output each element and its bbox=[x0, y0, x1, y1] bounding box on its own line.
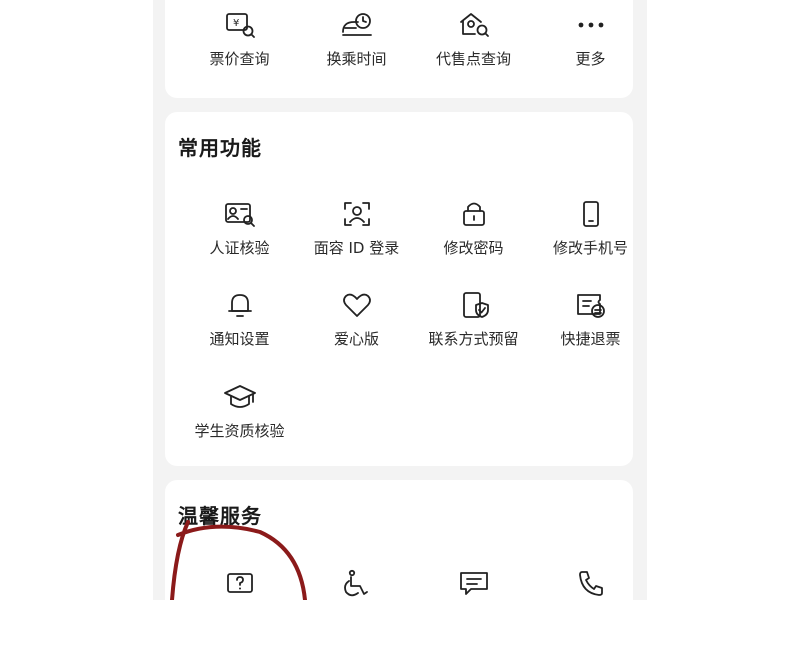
face-id-label: 面容 ID 登录 bbox=[313, 239, 400, 257]
bell-icon bbox=[227, 294, 252, 317]
contact-shield-icon bbox=[462, 292, 489, 318]
message-icon bbox=[459, 572, 488, 595]
contact-reserve-label: 联系方式预留 bbox=[428, 330, 519, 348]
student-verify-item[interactable]: 学生资质核验 bbox=[181, 382, 298, 462]
change-password-label: 修改密码 bbox=[443, 239, 504, 257]
phone-screen: ¥ 票价查询 换乘时间 代售点查询 更多 常用功能 人证核验 面容 ID 登录 … bbox=[153, 0, 647, 630]
fare-search-item[interactable]: ¥ 票价查询 bbox=[181, 10, 298, 90]
phone-call-icon bbox=[578, 571, 603, 596]
notification-settings-label: 通知设置 bbox=[209, 330, 270, 348]
transfer-time-icon bbox=[341, 13, 372, 36]
agency-search-label: 代售点查询 bbox=[435, 50, 511, 68]
accessibility-item[interactable] bbox=[298, 568, 415, 648]
transfer-time-label: 换乘时间 bbox=[326, 50, 387, 68]
wheelchair-icon bbox=[343, 569, 368, 597]
love-edition-item[interactable]: 爱心版 bbox=[298, 290, 415, 370]
more-label: 更多 bbox=[575, 50, 606, 68]
ticket-refund-icon bbox=[576, 294, 605, 318]
graduation-cap-icon bbox=[223, 385, 256, 408]
student-verify-label: 学生资质核验 bbox=[194, 422, 285, 440]
notification-settings-item[interactable]: 通知设置 bbox=[181, 290, 298, 370]
love-edition-label: 爱心版 bbox=[333, 330, 379, 348]
fare-search-icon: ¥ bbox=[225, 13, 255, 38]
fare-search-label: 票价查询 bbox=[209, 50, 270, 68]
face-id-item[interactable]: 面容 ID 登录 bbox=[298, 199, 415, 279]
id-verify-icon bbox=[224, 203, 255, 227]
change-phone-item[interactable]: 修改手机号 bbox=[532, 199, 649, 279]
phone-icon bbox=[582, 201, 599, 227]
change-phone-label: 修改手机号 bbox=[552, 239, 628, 257]
lock-icon bbox=[462, 202, 485, 226]
help-item[interactable] bbox=[181, 568, 298, 648]
warm-services-title: 温馨服务 bbox=[178, 504, 262, 528]
contact-reserve-item[interactable]: 联系方式预留 bbox=[415, 290, 532, 370]
top-services-card: ¥ 票价查询 换乘时间 代售点查询 更多 bbox=[165, 0, 633, 98]
transfer-time-item[interactable]: 换乘时间 bbox=[298, 10, 415, 90]
more-item[interactable]: 更多 bbox=[532, 10, 649, 90]
heart-icon bbox=[342, 293, 371, 317]
svg-text:¥: ¥ bbox=[233, 18, 239, 29]
agency-search-icon bbox=[459, 13, 489, 37]
quick-refund-label: 快捷退票 bbox=[560, 330, 621, 348]
id-verify-label: 人证核验 bbox=[209, 239, 270, 257]
change-password-item[interactable]: 修改密码 bbox=[415, 199, 532, 279]
agency-search-item[interactable]: 代售点查询 bbox=[415, 10, 532, 90]
help-question-icon bbox=[226, 573, 253, 593]
id-verify-item[interactable]: 人证核验 bbox=[181, 199, 298, 279]
face-id-icon bbox=[343, 202, 370, 226]
common-functions-card: 常用功能 人证核验 面容 ID 登录 修改密码 修改手机号 通知设置 爱心版 联… bbox=[165, 112, 633, 466]
quick-refund-item[interactable]: 快捷退票 bbox=[532, 290, 649, 370]
more-icon bbox=[578, 22, 603, 28]
feedback-item[interactable] bbox=[415, 568, 532, 648]
common-functions-title: 常用功能 bbox=[178, 136, 262, 160]
warm-services-card: 温馨服务 bbox=[165, 480, 633, 630]
hotline-item[interactable] bbox=[532, 568, 649, 648]
